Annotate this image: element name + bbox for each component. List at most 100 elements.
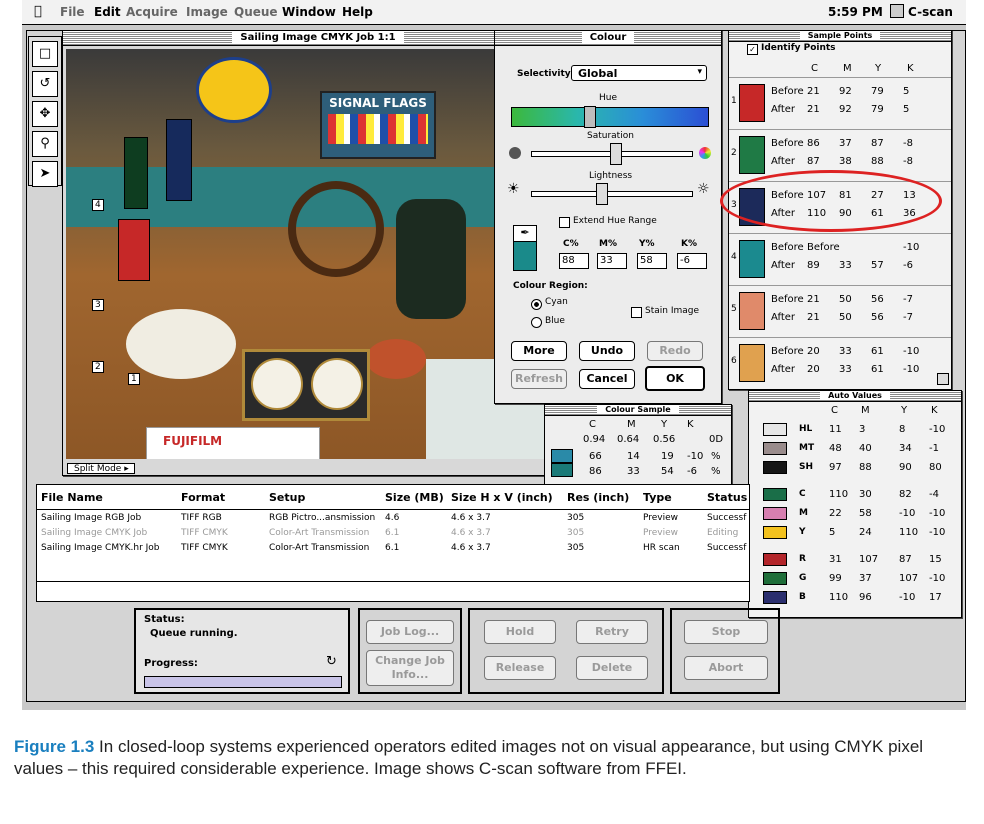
saturation-slider-thumb[interactable] <box>610 143 622 165</box>
y-value-field[interactable]: 58 <box>637 253 667 269</box>
auto-value-row[interactable]: C 110 30 82 -4 <box>749 486 961 504</box>
colour-sample-titlebar[interactable]: Colour Sample <box>545 405 731 416</box>
sample-point-after-value: -10 <box>903 364 920 375</box>
cancel-button[interactable]: Cancel <box>579 369 635 389</box>
refresh-button[interactable]: Refresh <box>511 369 567 389</box>
colour-window-titlebar[interactable]: Colour <box>495 31 721 46</box>
job-table-column-header[interactable]: Status <box>707 491 747 504</box>
job-table-column-header[interactable]: Size H x V (inch) <box>451 491 553 504</box>
crop-tool-icon[interactable]: □ <box>32 41 58 67</box>
table-row[interactable]: Sailing Image RGB Job TIFF RGB RGB Pictro.… <box>37 513 749 527</box>
menu-acquire[interactable]: Acquire <box>126 5 178 19</box>
sample-points-titlebar[interactable]: Sample Points <box>729 31 951 42</box>
menu-edit[interactable]: Edit <box>94 5 121 19</box>
hold-button[interactable]: Hold <box>484 620 556 644</box>
job-table-column-header[interactable]: File Name <box>41 491 103 504</box>
move-tool-icon[interactable]: ✥ <box>32 101 58 127</box>
hue-slider[interactable] <box>511 106 709 128</box>
sample-point-after-value: -8 <box>903 156 913 167</box>
marker-4[interactable]: 4 <box>92 199 104 211</box>
redo-button[interactable]: Redo <box>647 341 703 361</box>
chevron-down-icon: ▾ <box>697 67 702 77</box>
colour-window: Colour Selectivity: Global ▾ Hue Saturat… <box>494 30 722 404</box>
stop-button[interactable]: Stop <box>684 620 768 644</box>
pointer-tool-icon[interactable]: ➤ <box>32 161 58 187</box>
auto-value-row[interactable]: M 22 58 -10 -10 <box>749 505 961 523</box>
sample-r3-k: -6 <box>687 466 697 477</box>
rotate-tool-icon[interactable]: ↺ <box>32 71 58 97</box>
auto-value-cell: 90 <box>899 462 912 473</box>
app-menu-label[interactable]: C-scan <box>908 5 953 19</box>
marker-3[interactable]: 3 <box>92 299 104 311</box>
release-button[interactable]: Release <box>484 656 556 680</box>
cyan-radio[interactable] <box>531 299 542 310</box>
menu-file[interactable]: File <box>60 5 85 19</box>
sample-point-row[interactable]: 6 Before 20 33 61 -10 After 20 33 61 -10 <box>729 337 951 388</box>
sample-point-row[interactable]: 5 Before 21 50 56 -7 After 21 50 56 -7 <box>729 285 951 336</box>
auto-value-cell: -4 <box>929 489 939 500</box>
auto-value-row[interactable]: SH 97 88 90 80 <box>749 459 961 477</box>
auto-value-row[interactable]: G 99 37 107 -10 <box>749 570 961 588</box>
lightness-slider[interactable] <box>531 183 693 205</box>
blue-radio[interactable] <box>531 317 542 328</box>
more-button[interactable]: More <box>511 341 567 361</box>
app-menu-icon[interactable] <box>890 4 904 18</box>
undo-button[interactable]: Undo <box>579 341 635 361</box>
delete-button[interactable]: Delete <box>576 656 648 680</box>
auto-value-row[interactable]: B 110 96 -10 17 <box>749 589 961 607</box>
auto-values-titlebar[interactable]: Auto Values <box>749 391 961 402</box>
k-value-field[interactable]: -6 <box>677 253 707 269</box>
abort-button[interactable]: Abort <box>684 656 768 680</box>
job-table-column-header[interactable]: Res (inch) <box>567 491 629 504</box>
auto-value-cell: 22 <box>829 508 842 519</box>
change-job-info-button[interactable]: Change Job Info... <box>366 650 454 686</box>
stain-image-label: Stain Image <box>645 306 700 316</box>
job-log-button[interactable]: Job Log... <box>366 620 454 644</box>
job-table-column-header[interactable]: Format <box>181 491 225 504</box>
sample-point-row[interactable]: 1 Before 21 92 79 5 After 21 92 79 5 <box>729 77 951 128</box>
menu-help[interactable]: Help <box>342 5 373 19</box>
lightness-slider-thumb[interactable] <box>596 183 608 205</box>
job-table-column-header[interactable]: Setup <box>269 491 305 504</box>
resize-grip-icon[interactable] <box>937 373 949 385</box>
job-table-column-header[interactable]: Type <box>643 491 672 504</box>
identify-points-checkbox[interactable]: ✓ <box>747 44 758 55</box>
av-header-y: Y <box>901 405 908 416</box>
marker-2[interactable]: 2 <box>92 361 104 373</box>
stain-image-checkbox[interactable] <box>631 307 642 318</box>
menu-window[interactable]: Window <box>282 5 336 19</box>
table-cell: Sailing Image CMYK.hr Job <box>41 543 160 553</box>
auto-value-row[interactable]: HL 11 3 8 -10 <box>749 421 961 439</box>
c-value-field[interactable]: 88 <box>559 253 589 269</box>
hue-slider-thumb[interactable] <box>584 106 596 128</box>
menu-image[interactable]: Image <box>186 5 228 19</box>
retry-button[interactable]: Retry <box>576 620 648 644</box>
sample-point-row[interactable]: 4 Before Before -10 After 89 33 57 -6 <box>729 233 951 284</box>
split-mode-button[interactable]: Split Mode ▸ <box>67 463 135 474</box>
marker-1[interactable]: 1 <box>128 373 140 385</box>
menu-queue[interactable]: Queue <box>234 5 278 19</box>
m-value-field[interactable]: 33 <box>597 253 627 269</box>
apple-icon[interactable]:  <box>34 4 42 19</box>
ok-button[interactable]: OK <box>645 366 705 391</box>
auto-value-tag: SH <box>799 462 814 472</box>
sp-header-k: K <box>907 63 914 74</box>
auto-value-row[interactable]: MT 48 40 34 -1 <box>749 440 961 458</box>
selectivity-select[interactable]: Global ▾ <box>571 65 707 81</box>
auto-value-cell: 110 <box>829 489 849 500</box>
sample-point-before-value: 79 <box>871 86 884 97</box>
table-row[interactable]: Sailing Image CMYK.hr Job TIFF CMYK Color-… <box>37 543 749 557</box>
auto-value-row[interactable]: Y 5 24 110 -10 <box>749 524 961 542</box>
job-table-column-header[interactable]: Size (MB) <box>385 491 444 504</box>
photo[interactable]: SIGNAL FLAGS FUJIFILM 4 3 2 1 <box>66 49 566 459</box>
table-row[interactable]: Sailing Image CMYK Job TIFF CMYK Color-Art… <box>37 528 749 542</box>
selectivity-label: Selectivity: <box>517 69 575 79</box>
extend-hue-checkbox[interactable] <box>559 217 570 228</box>
sample-point-before-value: 87 <box>871 138 884 149</box>
zoom-tool-icon[interactable]: ⚲ <box>32 131 58 157</box>
auto-value-row[interactable]: R 31 107 87 15 <box>749 551 961 569</box>
identify-points-label: Identify Points <box>761 43 836 53</box>
saturation-slider[interactable] <box>531 143 693 165</box>
auto-value-cell: 97 <box>829 462 842 473</box>
sample-point-before-value: 56 <box>871 294 884 305</box>
